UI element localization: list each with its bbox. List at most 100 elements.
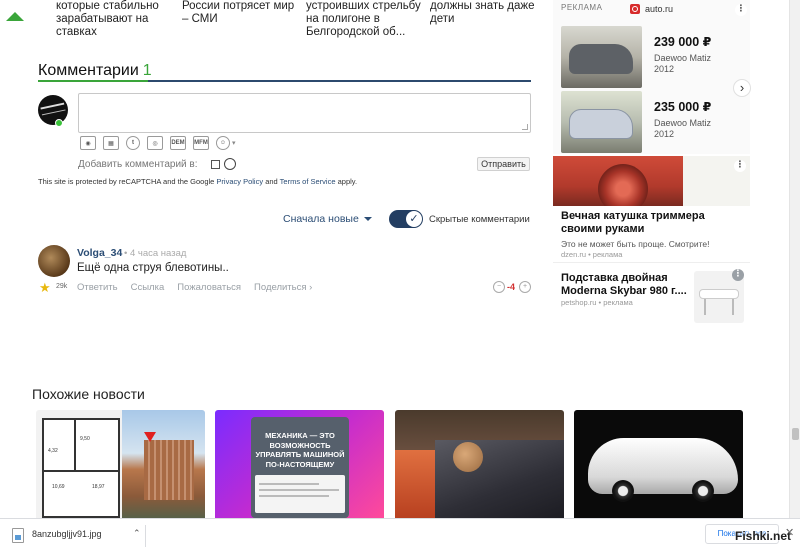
news-card[interactable]: [395, 410, 564, 518]
top-news-strip: которые стабильно зарабатывают на ставка…: [56, 0, 556, 40]
plan-wall: [74, 420, 76, 470]
send-button[interactable]: Отправить: [477, 157, 530, 171]
comment-score: -4: [507, 282, 516, 292]
news-card[interactable]: 4,32 9,50 10,69 18,97: [36, 410, 205, 518]
bowl-stand-shape: [699, 289, 739, 299]
auto-ru-logo-icon: [630, 4, 640, 14]
user-avatar[interactable]: [38, 95, 68, 125]
twitter-icon[interactable]: t: [126, 136, 140, 150]
top-news-item[interactable]: России потрясет мир – СМИ: [182, 0, 300, 26]
car-model: Daewoo Matiz 2012: [654, 118, 712, 139]
comment-author[interactable]: Volga_34: [77, 247, 122, 259]
vote-down-icon[interactable]: −: [493, 281, 505, 293]
comment-author-avatar[interactable]: [38, 245, 70, 277]
wheel-shape: [692, 480, 714, 502]
stand-leg-shape: [732, 299, 734, 315]
avatar-scribble: [40, 102, 66, 116]
comment-time: • 4 часа назад: [124, 248, 187, 259]
more-options-icon[interactable]: ⋮: [735, 4, 747, 16]
top-news-item[interactable]: должны знать даже дети: [430, 0, 540, 26]
car-listing[interactable]: 239 000 ₽ Daewoo Matiz 2012: [561, 26, 746, 88]
terms-link[interactable]: Terms of Service: [280, 177, 336, 186]
car-shape: [569, 44, 633, 74]
ad-title[interactable]: Вечная катушка триммера своими руками: [561, 210, 746, 236]
promo-panel: Механика — это возможность управлять маш…: [251, 417, 349, 518]
image-file-icon: [12, 528, 24, 543]
inset-line: [259, 489, 339, 491]
plan-label: 10,69: [52, 484, 65, 490]
top-news-item[interactable]: которые стабильно зарабатывают на ставка…: [56, 0, 172, 39]
ad-brand[interactable]: auto.ru: [645, 4, 673, 14]
comment-text: Ещё одна струя блевотины..: [77, 262, 229, 274]
comment-toolbar: ◉ ▦ t ◎ DEM MFM ☺ ▾: [80, 135, 236, 151]
promo-inset: [255, 475, 345, 513]
scrollbar-thumb[interactable]: [792, 428, 799, 440]
ad-title[interactable]: Подставка двойная Moderna Skybar 980 г..…: [561, 272, 691, 298]
scroll-up-icon[interactable]: [6, 12, 24, 21]
car-model: Daewoo Matiz 2012: [654, 53, 712, 74]
camera-icon[interactable]: ◉: [80, 136, 96, 150]
recaptcha-suffix: apply.: [335, 177, 358, 186]
plan-label: 9,50: [80, 436, 90, 442]
download-item[interactable]: 8anzubgljjv91.jpg ⌃: [8, 525, 146, 547]
promo-text: Механика — это возможность управлять маш…: [255, 431, 345, 469]
film-icon[interactable]: ▦: [103, 136, 119, 150]
car-photo: [561, 91, 642, 153]
inset-line: [259, 483, 319, 485]
inset-line: [259, 495, 329, 497]
author-rating: 29k: [56, 283, 68, 290]
knob-shape: [453, 442, 483, 472]
more-options-icon[interactable]: ⋮: [732, 269, 744, 281]
instagram-icon[interactable]: ◎: [147, 136, 163, 150]
hidden-comments-toggle[interactable]: ✓: [389, 210, 423, 228]
floor-plan-image: 4,32 9,50 10,69 18,97: [42, 418, 120, 518]
car-photo: [561, 26, 642, 88]
plan-label: 18,97: [92, 484, 105, 490]
privacy-policy-link[interactable]: Privacy Policy: [216, 177, 263, 186]
ad-label: РЕКЛАМА: [561, 3, 603, 12]
comments-divider-accent: [38, 80, 148, 82]
chevron-down-icon: [363, 217, 372, 222]
star-icon: ★: [39, 280, 51, 295]
online-status-dot: [55, 119, 63, 127]
chevron-right-icon[interactable]: ›: [733, 79, 751, 97]
comment-input[interactable]: [78, 93, 531, 133]
stand-leg-shape: [704, 299, 706, 315]
news-card[interactable]: Механика — это возможность управлять маш…: [215, 410, 384, 518]
vote-up-icon[interactable]: +: [519, 281, 531, 293]
permalink-link[interactable]: Ссылка: [131, 282, 165, 293]
tail-light-shape: [395, 450, 435, 518]
ad-source: dzen.ru • реклама: [561, 250, 623, 259]
dem-icon[interactable]: DEM: [170, 136, 186, 150]
check-icon: ✓: [406, 211, 422, 227]
ad-image[interactable]: [553, 156, 750, 206]
sort-label: Сначала новые: [283, 213, 359, 225]
resize-handle-icon[interactable]: [522, 124, 528, 130]
car-listing[interactable]: 235 000 ₽ Daewoo Matiz 2012: [561, 91, 746, 153]
post-checkbox[interactable]: [211, 160, 220, 169]
recaptcha-notice: This site is protected by reCAPTCHA and …: [38, 177, 357, 186]
smiley-icon[interactable]: ☺: [216, 136, 230, 150]
reply-link[interactable]: Ответить: [77, 282, 118, 293]
plan-wall: [44, 470, 118, 472]
mfm-icon[interactable]: MFM: [193, 136, 209, 150]
chevron-down-icon[interactable]: ▾: [232, 139, 236, 147]
chevron-up-icon[interactable]: ⌃: [133, 528, 141, 539]
watermark: Fishki.net: [735, 529, 792, 543]
comments-title: Комментарии 1: [38, 62, 152, 80]
download-filename: 8anzubgljjv91.jpg: [32, 529, 102, 539]
news-card[interactable]: [574, 410, 743, 518]
spool-shape: [598, 164, 648, 206]
top-news-item[interactable]: устроивших стрельбу на полигоне в Белгор…: [306, 0, 424, 39]
share-link[interactable]: Поделиться ›: [254, 282, 312, 293]
download-bar: 8anzubgljjv91.jpg ⌃ Показать все ✕: [0, 518, 800, 551]
building-photo: [122, 410, 205, 518]
similar-news-title: Похожие новости: [32, 386, 145, 402]
sort-dropdown[interactable]: Сначала новые: [283, 213, 372, 225]
more-options-icon[interactable]: ⋮: [734, 160, 746, 172]
page-scrollbar[interactable]: [789, 0, 800, 518]
community-checkbox[interactable]: [224, 158, 236, 170]
report-link[interactable]: Пожаловаться: [177, 282, 241, 293]
recaptcha-and: and: [263, 177, 280, 186]
divider: [553, 262, 750, 263]
